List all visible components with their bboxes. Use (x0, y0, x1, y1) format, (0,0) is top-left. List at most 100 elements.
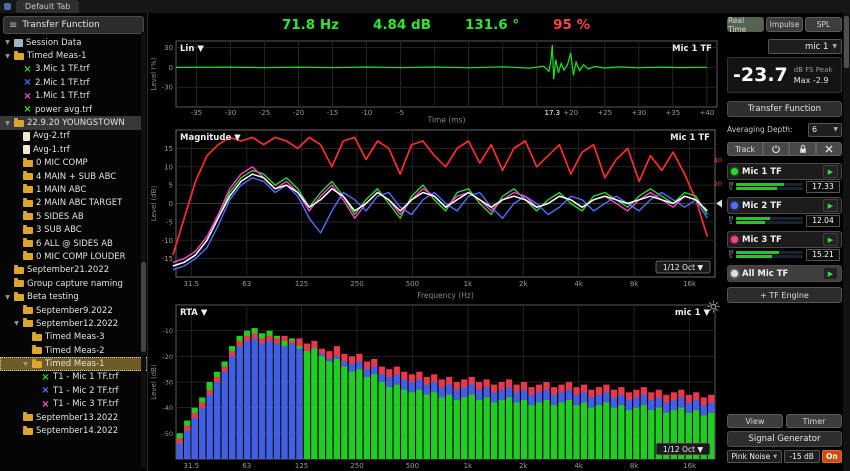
item-icon: × (23, 92, 32, 101)
svg-text:15: 15 (164, 145, 173, 153)
window-scroll-thumb[interactable] (844, 16, 849, 68)
tree-item[interactable]: ▼ Beta testing (0, 290, 143, 303)
sidebar-scrollbar[interactable] (141, 32, 146, 468)
magnitude-plot[interactable]: 151050-5-10-1531.5631252505001k2k4k8k16k… (149, 127, 723, 301)
sidebar-header[interactable]: ≡ Transfer Function (3, 16, 144, 34)
tree-item[interactable]: September14.2022 (0, 424, 147, 437)
tree-item[interactable]: ▼ Session Data (0, 36, 143, 49)
tree-item[interactable]: × T1 - Mic 3 TF.trf (0, 398, 147, 411)
tree-item[interactable]: Avg-2.trf (0, 130, 147, 143)
mode-impulse-button[interactable]: Impulse (766, 17, 803, 32)
tree-item[interactable]: ▼ Timed Meas-1 (0, 49, 143, 62)
engine-meter-value: 15.21 (806, 249, 840, 261)
tree-item[interactable]: 2 MAIN ABC TARGET (0, 197, 147, 210)
signal-on-button[interactable]: On (822, 450, 842, 463)
averaging-depth-select[interactable]: 6 ▼ (808, 123, 842, 137)
tf-engine-row[interactable]: Mic 1 TF ▶ (727, 163, 842, 180)
mode-button-row: Real Time Impulse SPL (727, 17, 842, 32)
item-icon (14, 39, 23, 47)
tf-engine-row[interactable]: Mic 3 TF ▶ (727, 231, 842, 248)
item-icon (23, 213, 33, 220)
readout-phase: 131.6 ° (465, 17, 519, 33)
mode-spl-button[interactable]: SPL (805, 17, 842, 32)
tree-item[interactable]: September13.2022 (0, 411, 147, 424)
tree-item[interactable]: Timed Meas-2 (0, 344, 147, 357)
svg-text:30: 30 (164, 44, 173, 52)
signal-type-select[interactable]: Pink Noise ▼ (727, 450, 782, 463)
tab-default[interactable]: Default Tab (16, 0, 79, 13)
tools-button[interactable] (816, 142, 842, 156)
tree-item[interactable]: × 1.Mic 1 TF.trf (0, 90, 147, 103)
item-label: 0 MIC COMP LOUDER (36, 252, 126, 262)
lock-button[interactable] (789, 142, 815, 156)
svg-text:Magnitude ▼: Magnitude ▼ (180, 133, 241, 143)
tree-item[interactable]: 1 MAIN ABC (0, 183, 147, 196)
window-scrollbar[interactable] (843, 13, 850, 471)
tree-item[interactable]: 4 MAIN + SUB ABC (0, 170, 147, 183)
item-icon (14, 267, 24, 274)
tree-item[interactable]: × 2.Mic 1 TF.trf (0, 76, 147, 89)
session-data-tree: ▼ Session Data ▼ Timed Meas-1 × 3.Mic 1 … (0, 36, 147, 468)
signal-generator-header[interactable]: Signal Generator (727, 431, 842, 447)
svg-text:63: 63 (242, 280, 251, 288)
plot-settings-gear-icon[interactable] (707, 300, 720, 313)
tree-item[interactable]: 0 MIC COMP (0, 157, 147, 170)
readout-frequency: 71.8 Hz (282, 17, 339, 33)
peak-level-max: Max -2.9 (794, 76, 833, 85)
engine-run-button[interactable]: ▶ (823, 165, 838, 178)
item-icon (32, 334, 42, 341)
tree-item[interactable]: 5 SIDES AB (0, 210, 147, 223)
expand-arrow-icon[interactable]: ▼ (4, 39, 11, 46)
tree-item[interactable]: Group capture naming (0, 277, 143, 290)
item-label: Session Data (26, 38, 81, 48)
mode-real-time-button[interactable]: Real Time (727, 17, 764, 32)
engine-meter: MS 12.04 (727, 214, 842, 226)
sidebar-scroll-thumb[interactable] (141, 262, 146, 352)
engine-run-button[interactable]: ▶ (823, 267, 838, 280)
expand-arrow-icon[interactable]: ▼ (4, 120, 11, 127)
hamburger-icon[interactable]: ≡ (9, 20, 17, 31)
svg-text:RTA ▼: RTA ▼ (180, 308, 208, 318)
track-button[interactable]: Track (727, 142, 763, 156)
svg-text:+40: +40 (699, 109, 714, 117)
item-icon (23, 414, 33, 421)
expand-arrow-icon[interactable]: ▼ (22, 361, 29, 368)
power-button[interactable] (763, 142, 789, 156)
add-tf-engine-button[interactable]: + TF Engine (727, 287, 842, 303)
tree-item[interactable]: × power avg.trf (0, 103, 147, 116)
rta-plot[interactable]: -10-20-30-40-5031.5631252505001k2k4k8k16… (149, 302, 723, 470)
signal-level-field[interactable]: -15 dB (784, 450, 820, 463)
averaging-depth-row: Averaging Depth: 6 ▼ (727, 123, 842, 136)
tree-item[interactable]: September9.2022 (0, 304, 147, 317)
tree-item[interactable]: 0 MIC COMP LOUDER (0, 250, 147, 263)
svg-text:31.5: 31.5 (184, 462, 200, 470)
view-button[interactable]: View (727, 414, 783, 428)
timer-button[interactable]: Timer (786, 414, 842, 428)
tree-item[interactable]: × T1 - Mic 1 TF.trf (0, 371, 147, 384)
expand-arrow-icon[interactable]: ▼ (13, 320, 20, 327)
tf-engine-row[interactable]: All Mic TF ▶ (727, 265, 842, 282)
tree-item[interactable]: Avg-1.trf (0, 143, 147, 156)
engine-run-button[interactable]: ▶ (823, 199, 838, 212)
expand-arrow-icon[interactable]: ▼ (4, 53, 11, 60)
tree-item[interactable]: 6 ALL @ SIDES AB (0, 237, 147, 250)
svg-text:2k: 2k (519, 462, 528, 470)
engine-run-button[interactable]: ▶ (823, 233, 838, 246)
live-ir-plot[interactable]: 300-30-35-30-25-20-15-10-517.3+20+25+30+… (149, 38, 723, 124)
tree-item[interactable]: × T1 - Mic 2 TF.trf (0, 384, 147, 397)
item-label: Timed Meas-1 (45, 359, 105, 369)
live-ir-pane: 300-30-35-30-25-20-15-10-517.3+20+25+30+… (149, 38, 723, 124)
tree-item[interactable]: ▼ Timed Meas-1 (0, 357, 147, 370)
item-icon: × (41, 386, 50, 395)
tree-item[interactable]: × 3.Mic 1 TF.trf (0, 63, 147, 76)
transfer-function-section-header[interactable]: Transfer Function (727, 101, 842, 117)
tree-item[interactable]: ▼ September12.2022 (0, 317, 147, 330)
tree-item[interactable]: 3 SUB ABC (0, 223, 147, 236)
tf-engine-row[interactable]: Mic 2 TF ▶ (727, 197, 842, 214)
tree-item[interactable]: ▼ 22.9.20 YOUNGSTOWN (0, 116, 143, 129)
tree-item[interactable]: September21.2022 (0, 264, 143, 277)
tree-item[interactable]: Timed Meas-3 (0, 331, 147, 344)
expand-arrow-icon[interactable]: ▼ (4, 294, 11, 301)
svg-text:-20: -20 (162, 353, 173, 361)
input-source-select[interactable]: mic 1 ▼ (768, 39, 842, 54)
